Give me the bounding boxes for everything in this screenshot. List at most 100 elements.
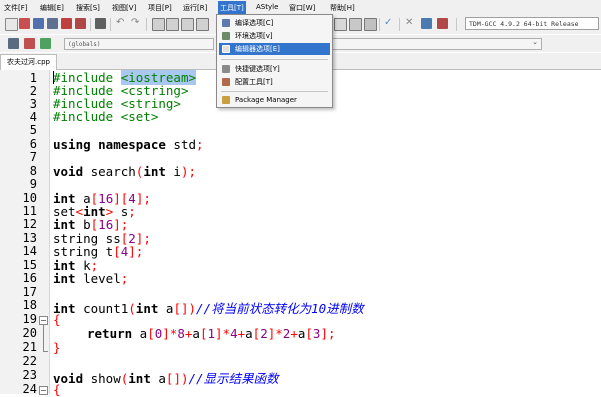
check-icon[interactable]: ✓: [384, 18, 395, 29]
menu-view[interactable]: 视图[V]: [112, 3, 136, 13]
line-number: 19: [22, 312, 37, 326]
tiles-icon[interactable]: [364, 18, 377, 31]
code-line: {: [53, 382, 61, 397]
code-line: string t[4];: [53, 244, 144, 259]
globals-select[interactable]: (globals): [64, 38, 214, 50]
menu-run[interactable]: 运行[R]: [183, 3, 207, 13]
find-next-icon[interactable]: [181, 18, 194, 31]
close-all-icon[interactable]: [75, 18, 86, 29]
code-editor[interactable]: #include <iostream> #include <cstring> #…: [53, 70, 601, 397]
undo-icon[interactable]: ↶: [116, 18, 127, 29]
line-number: 15: [22, 258, 37, 272]
environment-options-icon: [222, 32, 230, 40]
tools-menu: 编译选项[C] 环境选项[v] 编辑器选项[E] 快捷键选项[Y] 配置工具[T…: [216, 14, 333, 108]
code-line: {: [53, 312, 61, 327]
compiler-select[interactable]: TDM-GCC 4.9.2 64-bit Release: [465, 17, 599, 30]
line-number: 18: [22, 298, 37, 312]
fold-toggle-icon[interactable]: −: [39, 316, 48, 325]
line-number: 10: [22, 191, 37, 205]
fold-line: [43, 325, 44, 351]
shortcut-options-icon: [222, 65, 230, 73]
line-number: 6: [29, 137, 37, 151]
line-number: 5: [29, 123, 37, 137]
function-select[interactable]: ⌄: [330, 38, 542, 50]
code-line: int count1(int a[])//将当前状态转化为10进制数: [53, 301, 364, 316]
menu-item-label: 编辑器选项[E]: [235, 45, 280, 53]
goto-line-icon[interactable]: [196, 18, 209, 31]
menu-edit[interactable]: 编辑[E]: [40, 3, 64, 13]
code-line: void show(int a[])//显示结果函数: [53, 371, 279, 386]
cross-icon[interactable]: ✕: [405, 18, 416, 29]
menu-item-label: Package Manager: [235, 96, 297, 104]
fold-end: [43, 351, 48, 352]
menu-separator: [221, 91, 328, 92]
code-line: int b[16];: [53, 217, 129, 232]
line-number: 20: [22, 326, 37, 340]
line-number: 13: [22, 231, 37, 245]
profile-icon[interactable]: [437, 18, 448, 29]
line-number: 22: [22, 354, 37, 368]
layout-icon[interactable]: [349, 18, 362, 31]
configure-tools-icon: [222, 78, 230, 86]
insert-icon[interactable]: [24, 38, 35, 49]
print-icon[interactable]: [95, 18, 106, 29]
menu-astyle[interactable]: AStyle: [256, 3, 278, 11]
package-manager-icon: [222, 96, 230, 104]
class-browser-icon[interactable]: [8, 38, 19, 49]
new-file-icon[interactable]: [5, 18, 18, 31]
code-line: return a[0]*8+a[1]*4+a[2]*2+a[3];: [87, 326, 336, 341]
code-line: #include <set>: [53, 109, 159, 124]
line-number: 16: [22, 271, 37, 285]
line-number: 7: [29, 150, 37, 164]
menu-item-shortcut-options[interactable]: 快捷键选项[Y]: [219, 63, 330, 75]
line-number: 2: [29, 84, 37, 98]
tab-file[interactable]: 农夫过河.cpp: [0, 54, 57, 70]
open-icon[interactable]: [19, 18, 30, 29]
menu-file[interactable]: 文件[F]: [4, 3, 28, 13]
chevron-down-icon: ⌄: [532, 38, 538, 46]
line-number: 21: [22, 340, 37, 354]
replace-icon[interactable]: [166, 18, 179, 31]
find-icon[interactable]: [152, 18, 165, 31]
line-number: 12: [22, 217, 37, 231]
line-number: 17: [22, 285, 37, 299]
line-number: 11: [22, 204, 37, 218]
menu-help[interactable]: 帮助[H]: [330, 3, 355, 13]
menu-item-editor-options[interactable]: 编辑器选项[E]: [219, 43, 330, 55]
menu-item-label: 配置工具[T]: [235, 78, 273, 86]
menu-window[interactable]: 窗口[W]: [289, 3, 315, 13]
line-number: 1: [29, 71, 37, 85]
menu-tools[interactable]: 工具[T]: [218, 1, 246, 15]
code-line: void search(int i);: [53, 164, 197, 179]
menu-item-configure-tools[interactable]: 配置工具[T]: [219, 76, 330, 88]
menu-item-compile-options[interactable]: 编译选项[C]: [219, 17, 330, 29]
line-number: 23: [22, 368, 37, 382]
line-number: 8: [29, 164, 37, 178]
menu-item-label: 编译选项[C]: [235, 19, 274, 27]
line-number: 3: [29, 97, 37, 111]
code-line: int level;: [53, 271, 129, 286]
editor-options-icon: [222, 45, 230, 53]
compile-options-icon: [222, 19, 230, 27]
menu-project[interactable]: 项目[P]: [148, 3, 172, 13]
line-number-gutter: 1 2 3 4 5 6 7 8 9 10 11 12 13 14 15 16 1…: [0, 70, 50, 396]
menu-separator: [221, 59, 328, 60]
toggle-bookmark-icon[interactable]: [40, 38, 51, 49]
menu-bar: 文件[F] 编辑[E] 搜索[S] 视图[V] 项目[P] 运行[R] 工具[T…: [0, 0, 601, 15]
line-number: 4: [29, 110, 37, 124]
line-number: 14: [22, 244, 37, 258]
menu-item-label: 快捷键选项[Y]: [235, 65, 280, 73]
chart-icon[interactable]: [421, 18, 432, 29]
save-icon[interactable]: [33, 18, 44, 29]
grid-icon[interactable]: [334, 18, 347, 31]
menu-item-label: 环境选项[v]: [235, 32, 273, 40]
menu-item-package-manager[interactable]: Package Manager: [219, 94, 330, 106]
menu-search[interactable]: 搜索[S]: [76, 3, 100, 13]
line-number: 9: [29, 177, 37, 191]
code-line: using namespace std;: [53, 137, 204, 152]
code-line: }: [53, 340, 61, 355]
close-icon[interactable]: [61, 18, 72, 29]
save-all-icon[interactable]: [47, 18, 58, 29]
redo-icon[interactable]: ↷: [131, 18, 142, 29]
menu-item-environment-options[interactable]: 环境选项[v]: [219, 30, 330, 42]
